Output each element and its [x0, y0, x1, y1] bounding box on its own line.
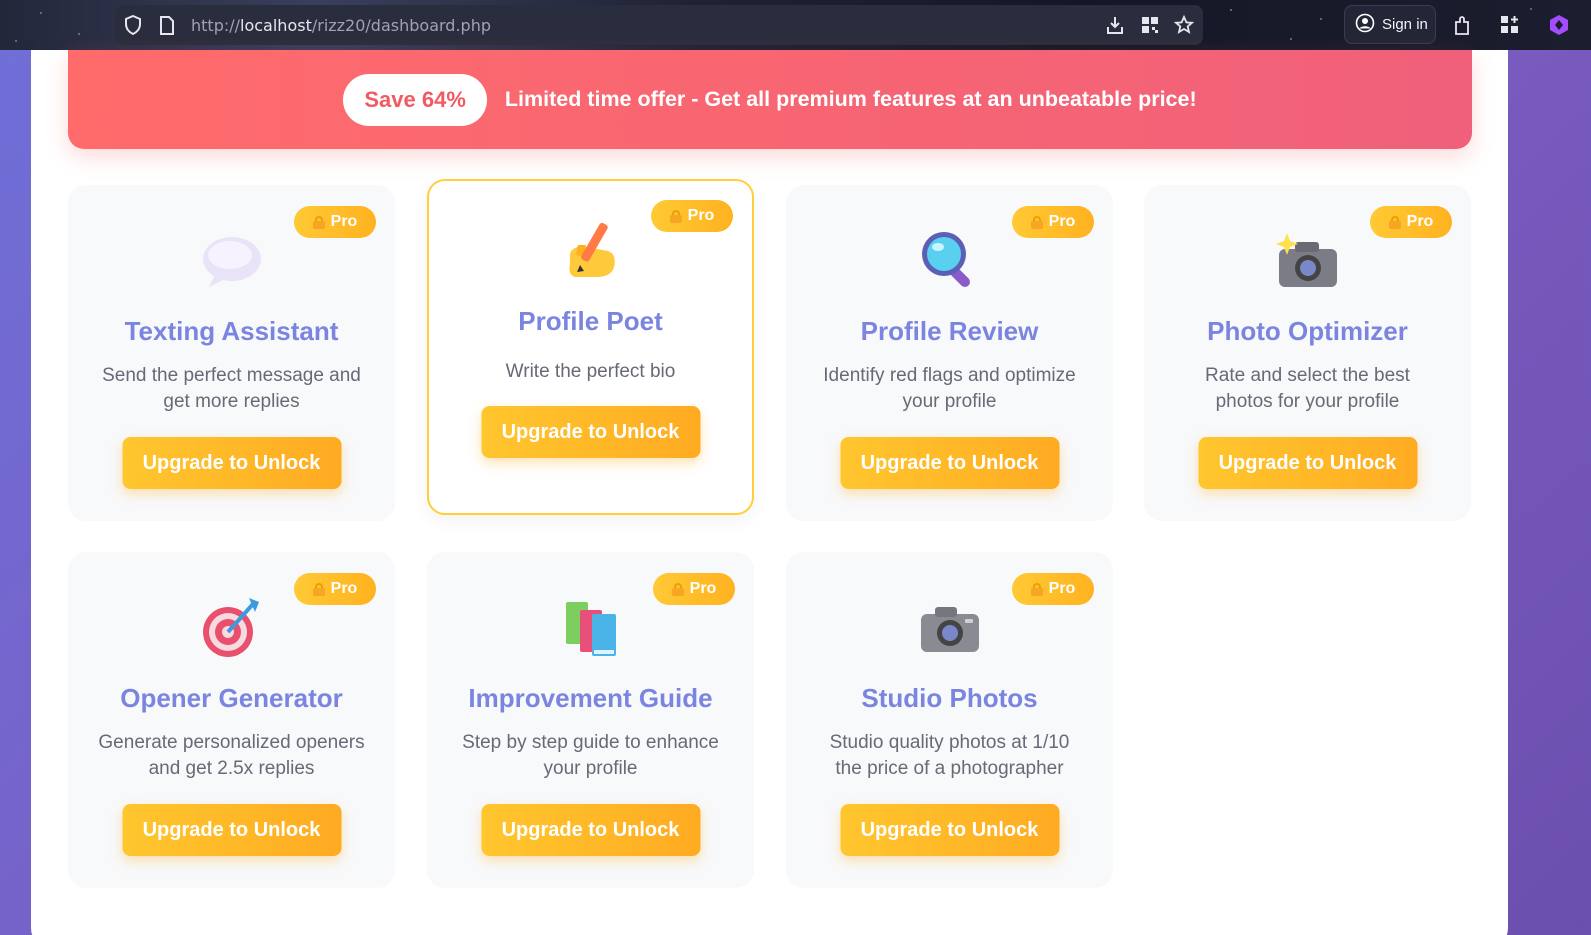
card-title: Texting Assistant: [124, 316, 339, 346]
upgrade-to-unlock-button[interactable]: Upgrade to Unlock: [122, 804, 341, 856]
account-icon: [1355, 13, 1375, 37]
sign-in-button[interactable]: Sign in: [1344, 5, 1436, 44]
pro-badge-label: Pro: [1048, 213, 1076, 230]
download-icon[interactable]: [1105, 15, 1125, 35]
upgrade-to-unlock-button[interactable]: Upgrade to Unlock: [481, 804, 700, 856]
feature-card-photo-optimizer: Pro Photo Optimizer Rate and select the …: [1144, 185, 1471, 521]
address-bar[interactable]: http://localhost/rizz20/dashboard.php: [115, 5, 1203, 45]
card-description: Step by step guide to enhance your profi…: [462, 732, 719, 779]
offer-banner: Save 64% Limited time offer - Get all pr…: [68, 50, 1472, 149]
pro-badge-label: Pro: [330, 580, 358, 597]
card-description: Send the perfect message and get more re…: [102, 365, 361, 412]
camera-icon: [915, 592, 985, 662]
pro-badge: Pro: [1370, 206, 1452, 238]
camera-flash-icon: [1273, 225, 1343, 295]
lock-icon: [312, 582, 325, 596]
card-description: Studio quality photos at 1/10 the price …: [829, 732, 1070, 779]
feature-card-profile-poet: Pro Profile Poet Write the perfect bio U…: [427, 179, 754, 515]
writing-hand-icon: [556, 215, 626, 285]
feature-card-studio-photos: Pro Studio Photos Studio quality photos …: [786, 552, 1113, 888]
lock-icon: [1388, 215, 1401, 229]
pro-badge: Pro: [653, 573, 735, 605]
lock-icon: [1030, 582, 1043, 596]
card-description: Write the perfect bio: [505, 361, 676, 382]
pro-badge-label: Pro: [1048, 580, 1076, 597]
feature-card-improvement-guide: Pro Improvement Guide Step by step guide…: [427, 552, 754, 888]
upgrade-to-unlock-button[interactable]: Upgrade to Unlock: [840, 804, 1059, 856]
extension-logo-icon[interactable]: [1547, 13, 1571, 37]
pro-badge: Pro: [294, 206, 376, 238]
card-title: Photo Optimizer: [1207, 316, 1408, 346]
lock-icon: [1030, 215, 1043, 229]
upgrade-to-unlock-button[interactable]: Upgrade to Unlock: [1198, 437, 1417, 489]
save-badge: Save 64%: [343, 73, 487, 126]
magnifying-glass-icon: [915, 225, 985, 295]
sign-in-label: Sign in: [1382, 16, 1428, 33]
feature-card-profile-review: Pro Profile Review Identify red flags an…: [786, 185, 1113, 521]
extensions-icon[interactable]: [1451, 13, 1475, 37]
url-text[interactable]: http://localhost/rizz20/dashboard.php: [191, 16, 491, 35]
pro-badge: Pro: [651, 200, 733, 232]
upgrade-to-unlock-button[interactable]: Upgrade to Unlock: [122, 437, 341, 489]
card-title: Profile Review: [860, 316, 1039, 346]
bookmark-star-icon[interactable]: [1174, 15, 1194, 35]
lock-icon: [671, 582, 684, 596]
card-description: Identify red flags and optimize your pro…: [823, 365, 1076, 412]
qr-code-icon[interactable]: [1140, 15, 1160, 35]
offer-text: Limited time offer - Get all premium fea…: [504, 87, 1197, 111]
card-title: Opener Generator: [120, 683, 343, 713]
upgrade-to-unlock-button[interactable]: Upgrade to Unlock: [481, 406, 700, 458]
shield-icon[interactable]: [123, 15, 143, 35]
target-icon: [197, 592, 267, 662]
feature-card-opener-generator: Pro Opener Generator Generate personaliz…: [68, 552, 395, 888]
pro-badge-label: Pro: [689, 580, 717, 597]
apps-grid-icon[interactable]: [1498, 13, 1522, 37]
card-title: Improvement Guide: [468, 683, 713, 713]
browser-toolbar: http://localhost/rizz20/dashboard.php Si…: [0, 0, 1591, 50]
books-icon: [556, 592, 626, 662]
pro-badge: Pro: [1012, 206, 1094, 238]
pro-badge-label: Pro: [687, 207, 715, 224]
pro-badge-label: Pro: [330, 213, 358, 230]
dashboard-page: Save 64% Limited time offer - Get all pr…: [31, 50, 1508, 935]
pro-badge: Pro: [294, 573, 376, 605]
lock-icon: [669, 209, 682, 223]
feature-card-texting-assistant: Pro Texting Assistant Send the perfect m…: [68, 185, 395, 521]
card-description: Rate and select the best photos for your…: [1205, 365, 1410, 412]
card-title: Profile Poet: [518, 306, 663, 336]
pro-badge: Pro: [1012, 573, 1094, 605]
card-description: Generate personalized openers and get 2.…: [98, 732, 365, 779]
speech-bubble-icon: [197, 225, 267, 295]
upgrade-to-unlock-button[interactable]: Upgrade to Unlock: [840, 437, 1059, 489]
card-title: Studio Photos: [861, 683, 1038, 713]
lock-icon: [312, 215, 325, 229]
page-icon: [157, 15, 177, 35]
pro-badge-label: Pro: [1406, 213, 1434, 230]
